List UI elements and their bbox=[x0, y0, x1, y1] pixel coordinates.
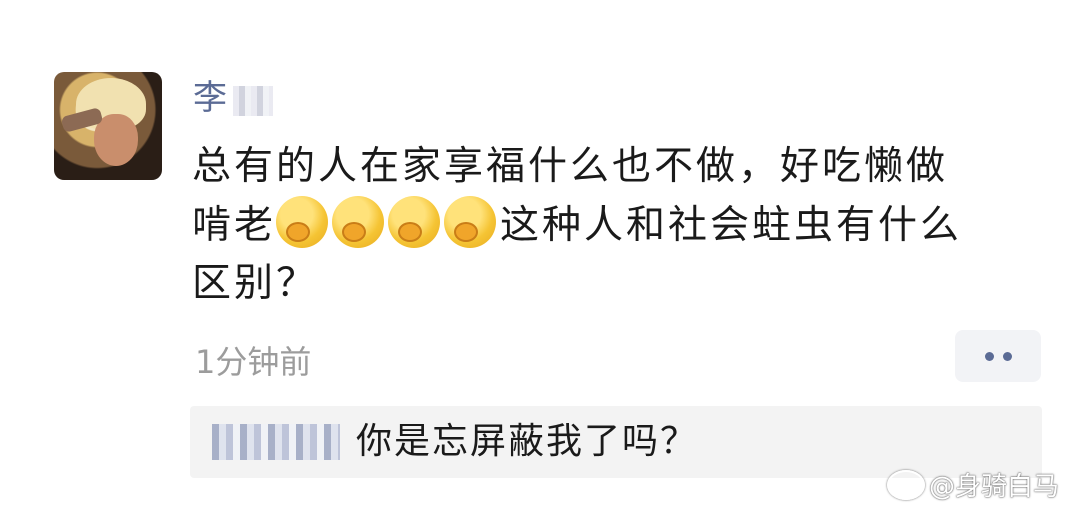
username-blurred bbox=[233, 86, 273, 116]
more-dot-icon bbox=[1002, 351, 1012, 361]
watermark-text: @身骑白马 bbox=[929, 472, 1060, 502]
thinking-face-emoji bbox=[332, 196, 385, 248]
comment-text: 总有的人在家享福什么也不做，好吃懒做 啃老 这种人和社会蛀虫有什么 区别？ bbox=[192, 138, 1032, 313]
reply-username-blurred bbox=[212, 424, 340, 460]
timestamp: 1分钟前 bbox=[195, 343, 312, 381]
reply-text: 你是忘屏蔽我了吗？ bbox=[356, 421, 699, 462]
comment-line-2-suffix: 这种人和社会蛀虫有什么 bbox=[500, 203, 963, 248]
more-dot-icon bbox=[984, 351, 994, 361]
comment-line-1: 总有的人在家享福什么也不做，好吃懒做 bbox=[192, 144, 949, 189]
username[interactable]: 李 bbox=[193, 78, 228, 118]
thinking-face-emoji bbox=[276, 196, 329, 248]
thinking-face-emoji bbox=[444, 196, 497, 248]
watermark: @身骑白马 bbox=[887, 466, 1059, 503]
more-options-button[interactable] bbox=[955, 330, 1041, 382]
user-avatar[interactable] bbox=[54, 72, 162, 180]
comment-line-2: 啃老 这种人和社会蛀虫有什么 bbox=[192, 196, 1032, 255]
weibo-logo-icon bbox=[887, 469, 925, 500]
thinking-face-emoji bbox=[388, 196, 441, 248]
comment-line-3: 区别？ bbox=[192, 261, 319, 306]
comment-line-2-prefix: 啃老 bbox=[192, 203, 277, 248]
